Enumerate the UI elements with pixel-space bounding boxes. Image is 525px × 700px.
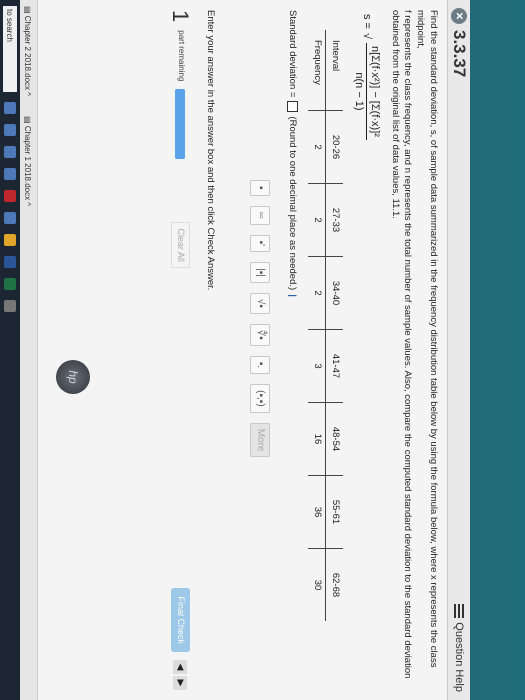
question-nav: ◀ ▶ bbox=[173, 660, 188, 690]
chrome-icon[interactable] bbox=[4, 234, 16, 246]
clear-all-button[interactable]: Clear All bbox=[171, 222, 190, 268]
formula-numerator: n[Σ(f·x²)] − [Σ(f·x)]² bbox=[365, 43, 382, 140]
instruction-text: Enter your answer in the answer box and … bbox=[205, 10, 217, 291]
excel-icon[interactable] bbox=[4, 278, 16, 290]
question-help-button[interactable]: Question Help bbox=[453, 604, 465, 692]
edge-icon[interactable] bbox=[4, 124, 16, 136]
hp-logo: hp bbox=[56, 360, 90, 394]
std-dev-answer-input[interactable] bbox=[286, 101, 298, 113]
taskbar-search-input[interactable]: to search bbox=[3, 6, 17, 92]
next-arrow-icon[interactable]: ▶ bbox=[173, 676, 188, 690]
frequency-table: Interval 20-26 27-33 34-40 41-47 48-54 5… bbox=[308, 30, 344, 621]
question-status-icon: ✕ bbox=[451, 8, 467, 24]
download-item[interactable]: ▤ Chapter 1 2018.docx ^ bbox=[24, 116, 33, 206]
settings-icon[interactable] bbox=[4, 300, 16, 312]
final-check-button[interactable]: Final Check bbox=[171, 588, 190, 652]
file-explorer-icon[interactable] bbox=[4, 146, 16, 158]
absolute-value-button[interactable]: |▪| bbox=[250, 262, 270, 283]
mail-icon[interactable] bbox=[4, 212, 16, 224]
formula-denominator: n(n − 1) bbox=[352, 72, 365, 111]
square-root-button[interactable]: √▪ bbox=[250, 292, 270, 314]
parts-count: 1 bbox=[168, 10, 194, 23]
answer-line: Standard deviation = (Round to one decim… bbox=[286, 10, 299, 297]
question-content: Find the standard deviation, s, of sampl… bbox=[158, 0, 447, 700]
table-row-interval: Interval 20-26 27-33 34-40 41-47 48-54 5… bbox=[325, 30, 344, 621]
ordered-pair-button[interactable]: (▪,▪) bbox=[250, 384, 270, 413]
word-icon[interactable] bbox=[4, 256, 16, 268]
sqrt-icon: √ bbox=[360, 32, 373, 40]
exponent-button[interactable]: ▪' bbox=[250, 234, 270, 253]
table-row-frequency: Frequency 2 2 2 3 16 36 30 bbox=[308, 30, 326, 621]
nth-root-button[interactable]: ∜▪ bbox=[250, 323, 270, 346]
download-item[interactable]: ▤ Chapter 2 2018.docx ^ bbox=[24, 6, 33, 96]
question-prompt: Find the standard deviation, s, of sampl… bbox=[389, 10, 439, 679]
prev-arrow-icon[interactable]: ◀ bbox=[173, 660, 188, 674]
text-cursor-icon: | bbox=[287, 294, 299, 297]
fraction-button[interactable]: ▪ bbox=[250, 180, 270, 196]
store-icon[interactable] bbox=[4, 168, 16, 180]
std-dev-formula: s = √ n[Σ(f·x²)] − [Σ(f·x)]² n(n − 1) bbox=[351, 14, 382, 690]
footer-bar: 1 part remaining Clear All Final Check ◀… bbox=[166, 10, 196, 690]
progress-bar bbox=[175, 89, 186, 160]
question-header: ✕ 3.3.37 Question Help bbox=[447, 0, 470, 700]
task-view-icon[interactable] bbox=[4, 102, 16, 114]
netflix-icon[interactable] bbox=[4, 190, 16, 202]
downloads-bar: ▤ Chapter 2 2018.docx ^ ▤ Chapter 1 2018… bbox=[19, 0, 38, 700]
laptop-screen: ✕ 3.3.37 Question Help Find the standard… bbox=[0, 0, 470, 700]
math-toolbar: ▪ ▫▫ ▪' |▪| √▪ ∜▪ ▪. (▪,▪) More bbox=[250, 180, 270, 690]
photo-background: ✕ 3.3.37 Question Help Find the standard… bbox=[0, 0, 525, 700]
windows-taskbar: to search bbox=[0, 0, 20, 700]
formula-fraction: n[Σ(f·x²)] − [Σ(f·x)]² n(n − 1) bbox=[351, 43, 382, 140]
more-button[interactable]: More bbox=[250, 422, 270, 458]
mixed-number-button[interactable]: ▫▫ bbox=[250, 205, 270, 225]
decimal-button[interactable]: ▪. bbox=[250, 355, 270, 375]
question-number: ✕ 3.3.37 bbox=[449, 8, 469, 77]
help-menu-icon bbox=[454, 604, 464, 619]
parts-label: part remaining bbox=[176, 30, 186, 82]
